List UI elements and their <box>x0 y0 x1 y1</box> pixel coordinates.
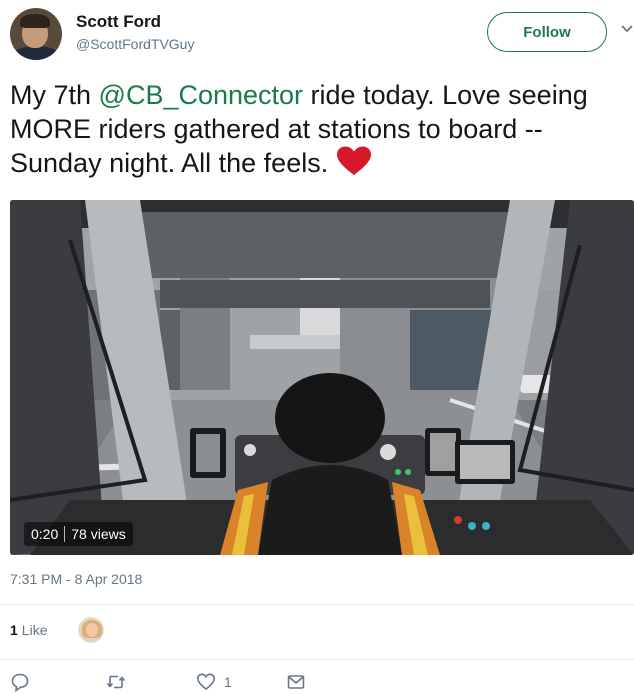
avatar-hair <box>20 14 50 28</box>
like-action-count: 1 <box>224 674 232 690</box>
divider <box>0 659 634 660</box>
tweet-text: My 7th @CB_Connector ride today. Love se… <box>10 78 622 180</box>
likes-summary[interactable]: 1 Like <box>10 622 47 638</box>
video-player[interactable] <box>10 200 634 555</box>
liker-avatar[interactable] <box>78 617 104 643</box>
retweet-button[interactable] <box>106 672 126 692</box>
video-frame-image <box>10 200 634 555</box>
heart-icon <box>196 673 216 691</box>
tweet-text-before: My 7th <box>10 80 99 110</box>
envelope-icon <box>287 675 305 689</box>
tweet-timestamp[interactable]: 7:31 PM - 8 Apr 2018 <box>10 571 142 587</box>
tweet-header: Scott Ford @ScottFordTVGuy Follow <box>10 8 634 64</box>
chevron-down-icon[interactable] <box>621 22 633 36</box>
tweet-actions: 1 <box>0 672 634 694</box>
heart-emoji-icon <box>336 146 371 175</box>
reply-button[interactable] <box>10 672 30 692</box>
mention-link[interactable]: @CB_Connector <box>99 80 304 110</box>
avatar[interactable] <box>10 8 62 60</box>
liker-face <box>86 623 98 637</box>
reply-icon <box>11 673 29 692</box>
like-label: Like <box>21 622 48 638</box>
author-handle[interactable]: @ScottFordTVGuy <box>76 36 194 52</box>
badge-separator <box>64 526 66 542</box>
video-badge: 0:20 78 views <box>24 522 133 546</box>
author-name[interactable]: Scott Ford <box>76 12 161 32</box>
like-count: 1 <box>10 622 18 638</box>
video-views: 78 views <box>71 526 126 542</box>
follow-button[interactable]: Follow <box>487 12 607 52</box>
avatar-shirt <box>12 46 60 60</box>
direct-message-button[interactable] <box>286 672 306 692</box>
retweet-icon <box>106 675 126 689</box>
video-duration: 0:20 <box>31 526 59 542</box>
divider <box>0 604 634 605</box>
like-button[interactable]: 1 <box>196 672 232 692</box>
